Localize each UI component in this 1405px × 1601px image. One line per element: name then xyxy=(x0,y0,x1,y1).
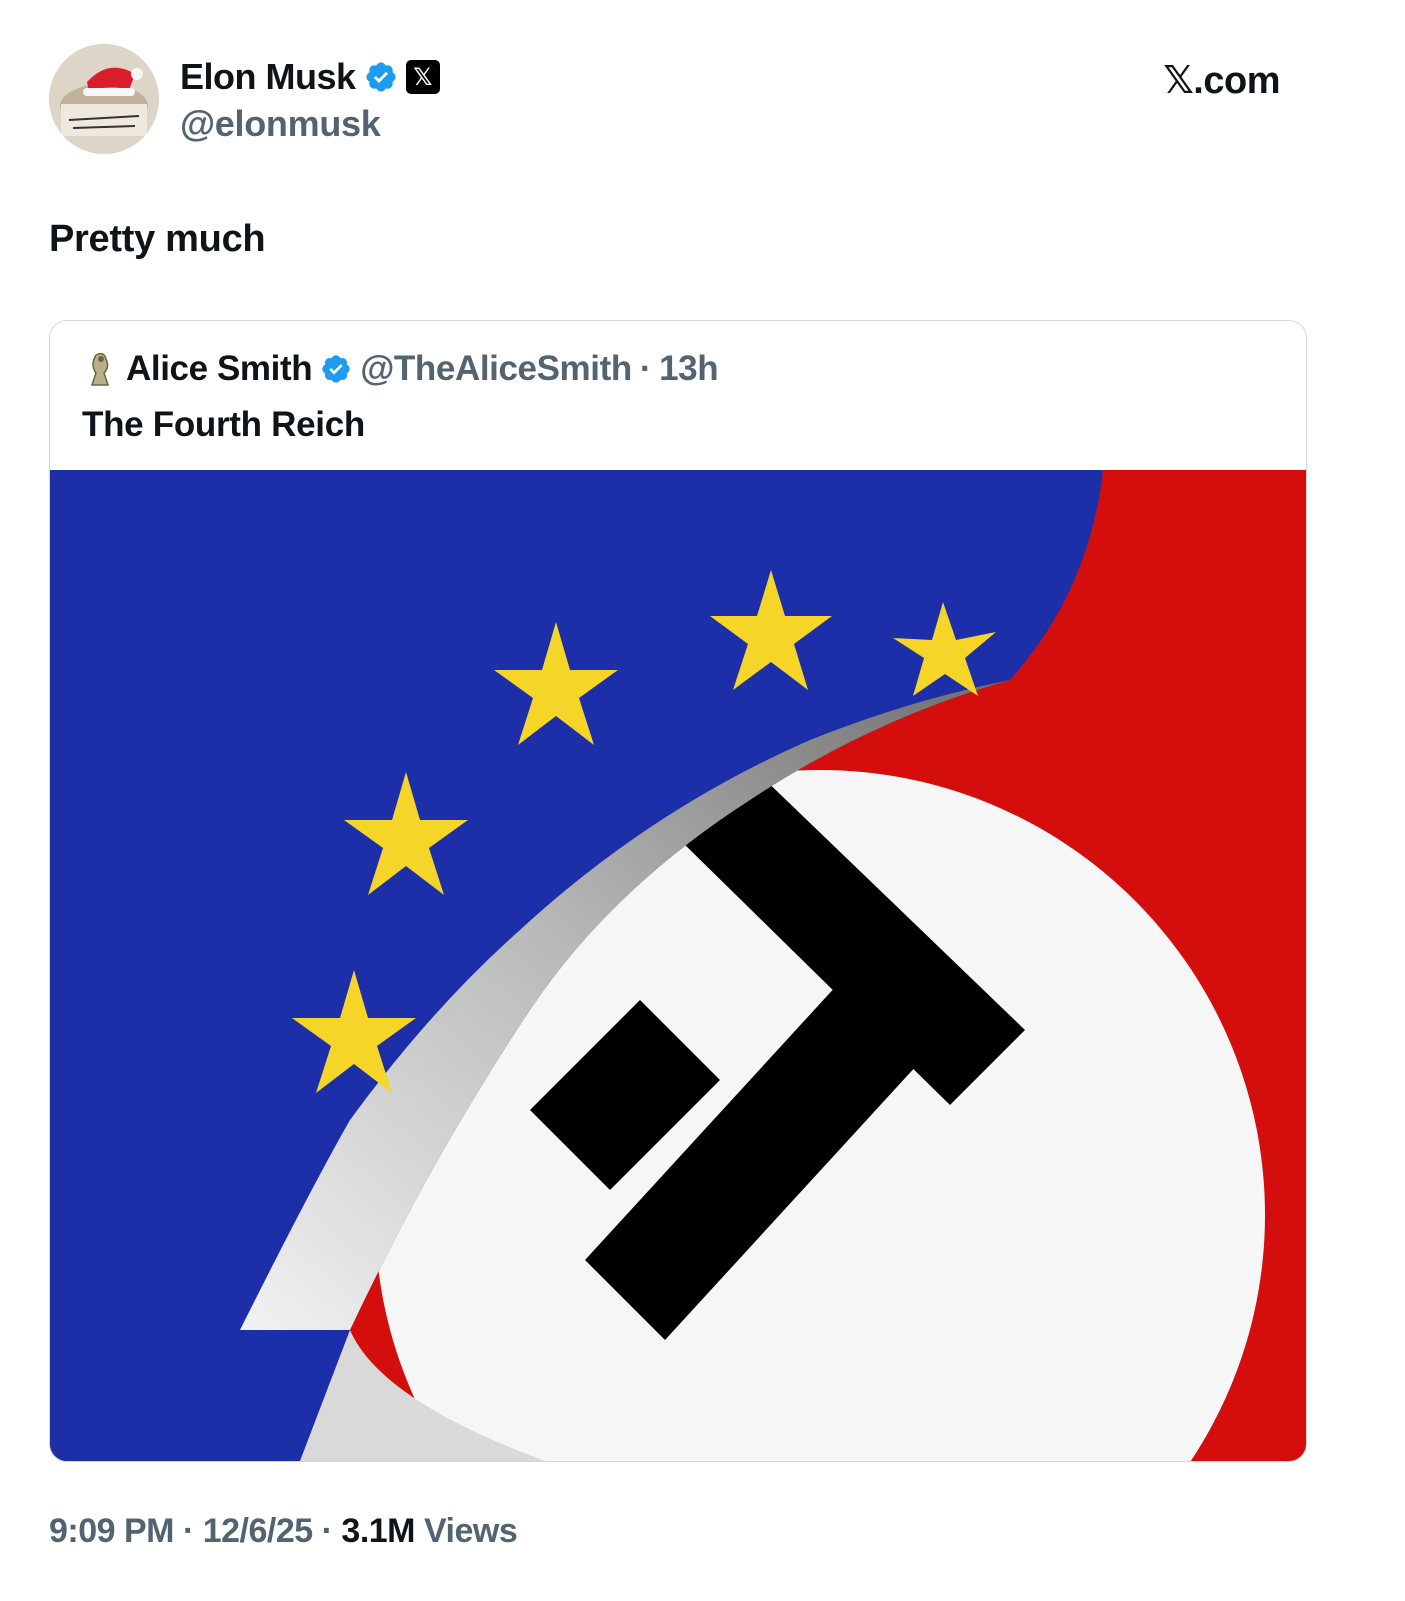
views-count: 3.1M xyxy=(341,1512,416,1550)
author-avatar[interactable] xyxy=(49,44,159,154)
quoted-media[interactable] xyxy=(50,470,1306,1461)
avatar-image-icon xyxy=(49,44,159,154)
quoted-avatar-icon[interactable] xyxy=(82,349,118,389)
tweet-footer: 9:09 PM · 12/6/25 · 3.1M Views xyxy=(49,1512,518,1551)
tweet-date[interactable]: 12/6/25 xyxy=(203,1512,313,1550)
quoted-timestamp[interactable]: 13h xyxy=(659,349,719,389)
x-logo-icon: 𝕏 xyxy=(405,60,440,94)
tweet-time[interactable]: 9:09 PM xyxy=(49,1512,175,1550)
quoted-tweet-header: Alice Smith @TheAliceSmith · 13h xyxy=(82,349,719,389)
verified-badge-icon xyxy=(366,62,396,92)
quoted-tweet-card[interactable]: Alice Smith @TheAliceSmith · 13h The Fou… xyxy=(49,320,1307,1462)
quoted-author-name[interactable]: Alice Smith xyxy=(126,349,313,389)
eu-flag-peeling-to-nazi-flag-image xyxy=(50,470,1306,1461)
views-label: Views xyxy=(423,1512,518,1550)
author-handle[interactable]: @elonmusk xyxy=(180,103,381,145)
quoted-author-handle[interactable]: @TheAliceSmith xyxy=(360,349,632,389)
quoted-tweet-text: The Fourth Reich xyxy=(82,405,365,444)
author-name[interactable]: Elon Musk xyxy=(180,56,356,98)
site-label: 𝕏.com xyxy=(1163,60,1280,102)
quoted-verified-badge-icon xyxy=(322,355,350,383)
footer-separator-1: · xyxy=(182,1512,194,1550)
quoted-separator: · xyxy=(639,349,652,388)
author-name-row: Elon Musk 𝕏 xyxy=(180,56,440,98)
footer-separator-2: · xyxy=(321,1512,333,1550)
tweet-text: Pretty much xyxy=(49,218,266,260)
